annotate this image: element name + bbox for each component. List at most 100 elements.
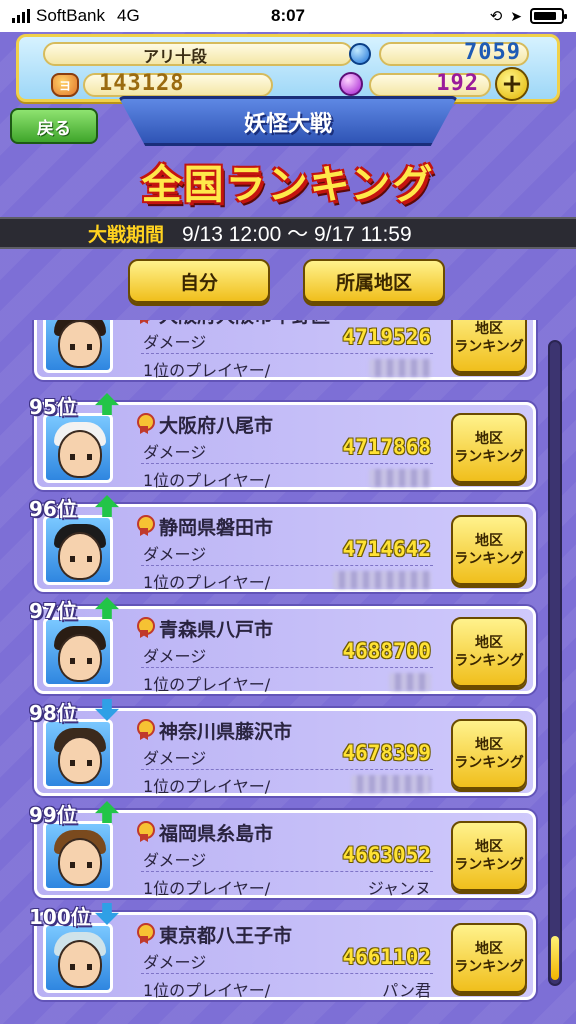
medal-icon bbox=[135, 515, 155, 537]
row-divider bbox=[141, 667, 433, 668]
damage-label: ダメージ bbox=[143, 851, 207, 870]
player-avatar bbox=[43, 515, 113, 585]
hidden-player-name bbox=[369, 359, 431, 377]
region-ranking-line1: 地区 bbox=[475, 940, 503, 957]
status-bar: SoftBank 4G 8:07 ⟲ ➤ bbox=[0, 0, 576, 32]
region-name: 福岡県糸島市 bbox=[159, 823, 274, 845]
damage-value: 4678399 bbox=[342, 741, 431, 765]
rank-number: 96位 bbox=[29, 497, 77, 521]
rank-number: 99位 bbox=[29, 803, 77, 827]
scrollbar-thumb[interactable] bbox=[551, 936, 559, 980]
ranking-row: 99位 福岡県糸島市 ダメージ 4663052 1位のプレイヤー/ ジャンヌ 地… bbox=[29, 801, 536, 898]
medal-icon bbox=[135, 617, 155, 639]
signal-icon bbox=[12, 9, 30, 23]
top-player-label: 1位のプレイヤー/ bbox=[143, 777, 271, 796]
damage-value: 4714642 bbox=[342, 537, 431, 561]
region-ranking-line2: ランキング bbox=[454, 449, 524, 465]
top-player-label: 1位のプレイヤー/ bbox=[143, 879, 271, 898]
medal-icon bbox=[135, 923, 155, 945]
rank-number: 97位 bbox=[29, 599, 77, 623]
damage-label: ダメージ bbox=[143, 333, 207, 352]
damage-value: 4688700 bbox=[342, 639, 431, 663]
player-avatar bbox=[43, 617, 113, 687]
damage-label: ダメージ bbox=[143, 443, 207, 462]
region-ranking-line1: 地区 bbox=[475, 634, 503, 651]
region-ranking-button[interactable]: 地区 ランキング bbox=[451, 821, 527, 891]
rank-trend-icon bbox=[95, 699, 119, 721]
period-bar: 大戦期間 9/13 12:00 ～ 9/17 11:59 bbox=[0, 217, 576, 249]
region-ranking-button[interactable]: 地区 ランキング bbox=[451, 320, 527, 373]
period-label: 大戦期間 bbox=[88, 223, 165, 246]
region-ranking-line1: 地区 bbox=[475, 532, 503, 549]
region-ranking-button[interactable]: 地区 ランキング bbox=[451, 719, 527, 789]
purple-orb-icon bbox=[339, 72, 363, 96]
avatar-eyes bbox=[70, 760, 92, 766]
hidden-player-name bbox=[333, 571, 431, 589]
rank-number: 95位 bbox=[29, 395, 77, 419]
ranking-row: 大阪府大阪市平野区 ダメージ 4719526 1位のプレイヤー/ 地区 ランキン… bbox=[34, 320, 536, 380]
row-divider bbox=[141, 353, 433, 354]
region-ranking-button[interactable]: 地区 ランキング bbox=[451, 515, 527, 585]
period-value: 9/13 12:00 ～ 9/17 11:59 bbox=[182, 223, 412, 246]
self-filter-button[interactable]: 自分 bbox=[128, 259, 270, 303]
rank-trend-icon bbox=[95, 393, 119, 415]
ranking-row: 100位 東京都八王子市 ダメージ 4661102 1位のプレイヤー/ パン君 … bbox=[29, 903, 536, 1000]
status-right: ⟲ ➤ bbox=[489, 7, 567, 25]
region-name: 大阪府大阪市平野区 bbox=[159, 320, 330, 328]
row-divider bbox=[141, 769, 433, 770]
back-button[interactable]: 戻る bbox=[10, 108, 98, 144]
region-ranking-line2: ランキング bbox=[454, 755, 524, 771]
region-name: 静岡県磐田市 bbox=[159, 517, 274, 539]
money-value: 143128 bbox=[99, 71, 185, 96]
scrollbar[interactable] bbox=[548, 340, 562, 986]
battery-icon bbox=[530, 8, 567, 24]
page-title: 全国ランキング bbox=[141, 162, 435, 208]
region-ranking-line2: ランキング bbox=[454, 959, 524, 975]
rank-trend-icon bbox=[95, 495, 119, 517]
rank-number: 100位 bbox=[29, 905, 91, 929]
region-name: 東京都八王子市 bbox=[159, 925, 293, 947]
add-currency-button[interactable]: + bbox=[495, 67, 529, 101]
region-ranking-line2: ランキング bbox=[454, 653, 524, 669]
medal-icon bbox=[135, 821, 155, 843]
region-ranking-line2: ランキング bbox=[454, 339, 524, 355]
top-player-label: 1位のプレイヤー/ bbox=[143, 573, 271, 592]
status-time: 8:07 bbox=[270, 6, 306, 25]
rank-trend-icon bbox=[95, 597, 119, 619]
top-player-label: 1位のプレイヤー/ bbox=[143, 471, 271, 490]
ranking-row: 98位 神奈川県藤沢市 ダメージ 4678399 1位のプレイヤー/ 地区 ラン… bbox=[29, 699, 536, 796]
avatar-eyes bbox=[70, 862, 92, 868]
rank-title: アリ十段 bbox=[143, 47, 208, 66]
top-player-name: ジャンヌ bbox=[367, 879, 431, 898]
damage-label: ダメージ bbox=[143, 545, 207, 564]
region-ranking-line1: 地区 bbox=[475, 838, 503, 855]
region-ranking-button[interactable]: 地区 ランキング bbox=[451, 617, 527, 687]
damage-value: 4663052 bbox=[342, 843, 431, 867]
player-avatar bbox=[43, 719, 113, 789]
player-avatar bbox=[43, 821, 113, 891]
rotation-lock-icon: ⟲ bbox=[489, 8, 503, 25]
hidden-player-name bbox=[389, 673, 431, 691]
screen-title: 妖怪大戦 bbox=[243, 112, 332, 137]
row-divider bbox=[141, 565, 433, 566]
damage-value: 4717868 bbox=[342, 435, 431, 459]
region-name: 神奈川県藤沢市 bbox=[159, 721, 293, 743]
ranking-list[interactable]: 大阪府大阪市平野区 ダメージ 4719526 1位のプレイヤー/ 地区 ランキン… bbox=[20, 320, 540, 1004]
avatar-eyes bbox=[70, 556, 92, 562]
region-ranking-line2: ランキング bbox=[454, 857, 524, 873]
region-name: 大阪府八尾市 bbox=[159, 415, 274, 437]
region-ranking-line2: ランキング bbox=[454, 551, 524, 567]
region-filter-button[interactable]: 所属地区 bbox=[303, 259, 445, 303]
top-player-label: 1位のプレイヤー/ bbox=[143, 981, 271, 1000]
purple-orb-count: 192 bbox=[436, 71, 479, 96]
player-avatar bbox=[43, 923, 113, 993]
damage-value: 4719526 bbox=[342, 325, 431, 349]
hidden-player-name bbox=[369, 469, 431, 487]
avatar-eyes bbox=[70, 964, 92, 970]
region-ranking-button[interactable]: 地区 ランキング bbox=[451, 413, 527, 483]
rank-number: 98位 bbox=[29, 701, 77, 725]
region-ranking-button[interactable]: 地区 ランキング bbox=[451, 923, 527, 993]
money-pouch-icon bbox=[51, 73, 79, 97]
top-player-name: パン君 bbox=[382, 981, 431, 1000]
region-ranking-line1: 地区 bbox=[475, 430, 503, 447]
